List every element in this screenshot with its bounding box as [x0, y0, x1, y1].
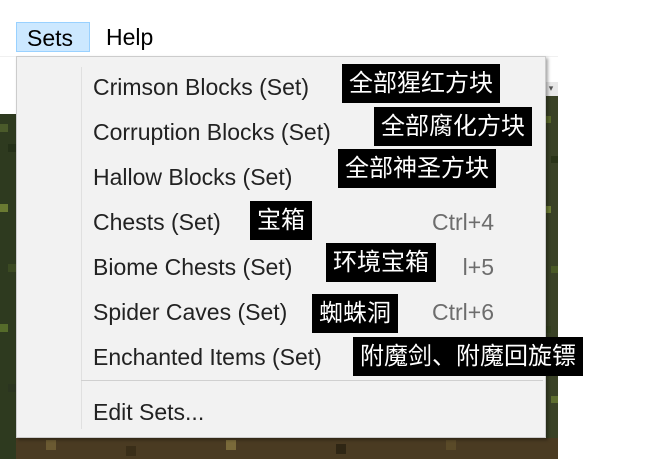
menu-item-label: Crimson Blocks (Set): [93, 74, 309, 100]
menu-item-label: Edit Sets...: [93, 399, 205, 425]
menu-help[interactable]: Help: [96, 22, 168, 52]
annotation-corruption-blocks: 全部腐化方块: [374, 107, 532, 146]
annotation-enchanted-items: 附魔剑、附魔回旋镖: [353, 337, 583, 376]
menu-sets[interactable]: Sets: [16, 22, 90, 52]
annotation-chests: 宝箱: [250, 201, 312, 240]
menu-bar: Sets Help: [0, 18, 558, 57]
background-art-left: [0, 114, 16, 459]
menu-item-label: Corruption Blocks (Set): [93, 119, 331, 145]
menu-item-shortcut: l+5: [462, 254, 494, 280]
scroll-down-arrow-icon[interactable]: ▾: [544, 82, 558, 96]
menu-item-shortcut: Ctrl+6: [432, 299, 494, 325]
annotation-crimson-blocks: 全部猩红方块: [342, 64, 500, 103]
menu-item-label: Hallow Blocks (Set): [93, 164, 293, 190]
menu-item-label: Chests (Set): [93, 209, 221, 235]
menu-item-label: Enchanted Items (Set): [93, 344, 322, 370]
menu-item-shortcut: Ctrl+4: [432, 209, 494, 235]
menu-item-spider-caves[interactable]: Spider Caves (Set) Ctrl+6: [21, 292, 541, 332]
background-art-bottom: [16, 438, 558, 459]
menu-item-label: Biome Chests (Set): [93, 254, 293, 280]
menu-item-label: Spider Caves (Set): [93, 299, 288, 325]
annotation-hallow-blocks: 全部神圣方块: [338, 149, 496, 188]
menu-item-biome-chests[interactable]: Biome Chests (Set) l+5: [21, 247, 541, 287]
menu-separator: [81, 380, 543, 381]
menu-item-edit-sets[interactable]: Edit Sets...: [21, 392, 541, 432]
annotation-biome-chests: 环境宝箱: [326, 243, 436, 282]
annotation-spider-caves: 蜘蛛洞: [312, 294, 398, 333]
background-art-right: [544, 96, 558, 459]
